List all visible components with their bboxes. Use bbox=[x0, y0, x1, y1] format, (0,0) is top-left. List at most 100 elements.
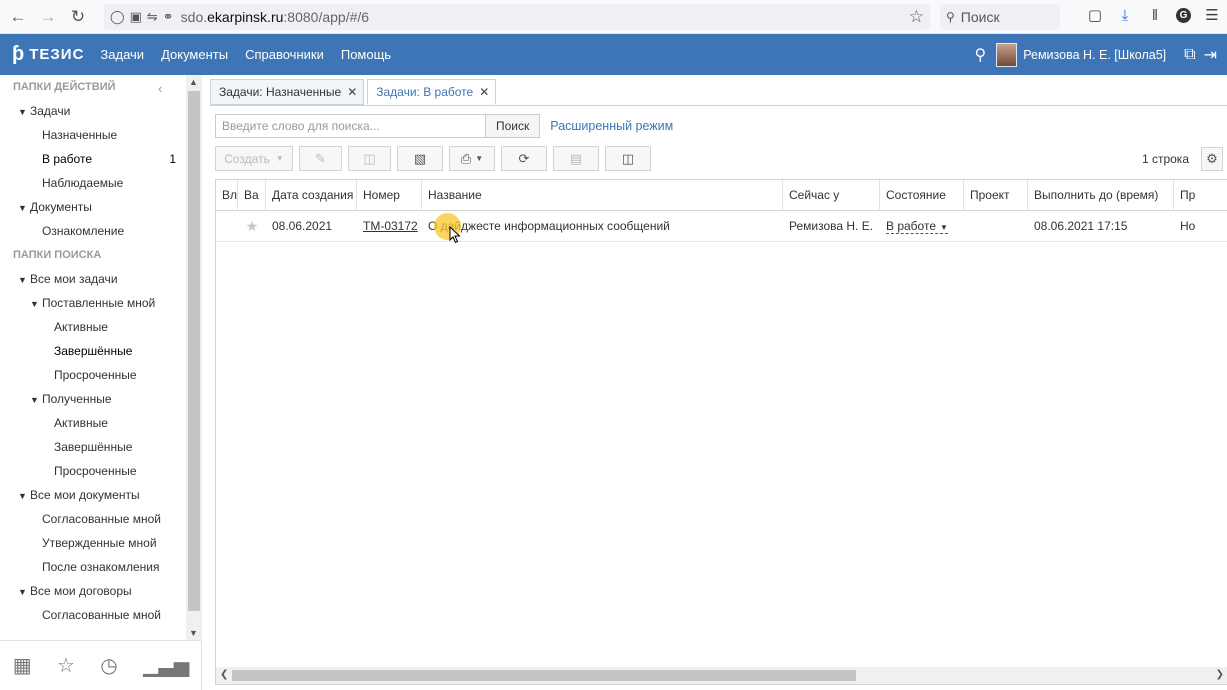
forward-icon[interactable]: → bbox=[33, 2, 63, 32]
column-header-name[interactable]: Название bbox=[422, 180, 783, 211]
expanded-icon[interactable]: ▼ bbox=[18, 100, 30, 124]
sidebar-item-all-my-tasks[interactable]: ▼ Все мои задачи bbox=[0, 267, 186, 291]
calendar-icon[interactable]: ▦ bbox=[13, 653, 32, 678]
hierarchy-button[interactable]: ◫ bbox=[605, 146, 651, 171]
settings-button[interactable]: ⚙ bbox=[1201, 147, 1223, 171]
logout-icon[interactable]: ⇥ bbox=[1204, 45, 1217, 65]
column-header-vl[interactable]: Вл bbox=[216, 180, 238, 211]
expanded-icon[interactable]: ▼ bbox=[18, 580, 30, 604]
scroll-up-icon[interactable]: ▲ bbox=[189, 77, 198, 87]
sidebar-item-label: Согласованные мной bbox=[42, 512, 161, 526]
menu-help[interactable]: Помощь bbox=[341, 47, 391, 62]
expanded-icon[interactable]: ▼ bbox=[18, 268, 30, 292]
expanded-icon[interactable]: ▼ bbox=[18, 196, 30, 220]
sidebar-item-docs-approved[interactable]: Утвержденные мной bbox=[0, 531, 186, 555]
sidebar-item-all-my-documents[interactable]: ▼ Все мои документы bbox=[0, 483, 186, 507]
scroll-down-icon[interactable]: ▼ bbox=[189, 628, 198, 638]
refresh-button[interactable]: ⟳ bbox=[501, 146, 547, 171]
menu-directories[interactable]: Справочники bbox=[245, 47, 324, 62]
table-row[interactable]: ★ 08.06.2021 ТМ-03172 О дайджесте информ… bbox=[216, 211, 1227, 242]
scroll-left-icon[interactable]: ❮ bbox=[220, 669, 228, 680]
bookmark-star-icon[interactable]: ☆ bbox=[909, 7, 924, 27]
column-header-created[interactable]: Дата создания bbox=[266, 180, 357, 211]
column-header-due[interactable]: Выполнить до (время) bbox=[1028, 180, 1174, 211]
scroll-thumb[interactable] bbox=[188, 91, 200, 611]
key-icon[interactable]: ⚭ bbox=[163, 9, 174, 25]
tab-in-progress-tasks[interactable]: Задачи: В работе ✕ bbox=[367, 79, 497, 105]
avatar[interactable] bbox=[996, 42, 1018, 67]
close-icon[interactable]: ✕ bbox=[479, 85, 489, 99]
lock-icon[interactable]: ▣ bbox=[130, 9, 142, 25]
library-icon[interactable]: ‖ bbox=[1146, 7, 1164, 24]
search-input[interactable] bbox=[215, 114, 486, 138]
column-header-current-holder[interactable]: Сейчас у bbox=[783, 180, 880, 211]
document-button[interactable]: ▤ bbox=[553, 146, 599, 171]
column-header-project[interactable]: Проект bbox=[964, 180, 1028, 211]
sidebar-item-set-completed[interactable]: Завершённые bbox=[0, 339, 186, 363]
expanded-icon[interactable]: ▼ bbox=[30, 292, 42, 316]
sidebar-item-received-overdue[interactable]: Просроченные bbox=[0, 459, 186, 483]
shield-icon[interactable]: ◯ bbox=[110, 9, 125, 25]
hamburger-menu-icon[interactable]: ☰ bbox=[1203, 6, 1221, 24]
expanded-icon[interactable]: ▼ bbox=[30, 388, 42, 412]
sidebar-item-contracts-agreed[interactable]: Согласованные мной bbox=[0, 603, 186, 627]
sidebar-item-set-overdue[interactable]: Просроченные bbox=[0, 363, 186, 387]
back-icon[interactable]: ← bbox=[3, 2, 33, 32]
sidebar-scrollbar[interactable]: ▲ ▼ bbox=[186, 75, 202, 640]
menu-tasks[interactable]: Задачи bbox=[100, 47, 144, 62]
scroll-thumb[interactable] bbox=[232, 670, 856, 681]
sidebar-item-docs-after-review[interactable]: После ознакомления bbox=[0, 555, 186, 579]
advanced-mode-link[interactable]: Расширенный режим bbox=[550, 119, 673, 133]
reload-icon[interactable]: ↻ bbox=[63, 2, 93, 32]
expanded-icon[interactable]: ▼ bbox=[18, 484, 30, 508]
print-button[interactable]: ⎙ ▼ bbox=[449, 146, 495, 171]
sidebar-item-watched[interactable]: Наблюдаемые bbox=[0, 171, 186, 195]
sidebar-item-all-my-contracts[interactable]: ▼ Все мои договоры bbox=[0, 579, 186, 603]
task-number-link[interactable]: ТМ-03172 bbox=[363, 219, 418, 233]
history-clock-icon[interactable]: ◷ bbox=[100, 653, 117, 678]
download-icon[interactable]: ⤓ bbox=[1116, 7, 1134, 24]
sidebar-item-documents[interactable]: ▼ Документы bbox=[0, 195, 186, 219]
search-icon[interactable]: ⚲ bbox=[975, 45, 987, 65]
edit-button[interactable]: ✎ bbox=[299, 146, 342, 171]
sidebar-item-familiarization[interactable]: Ознакомление bbox=[0, 219, 186, 243]
user-name[interactable]: Ремизова Н. Е. [Школа5] bbox=[1023, 48, 1166, 62]
url-bar[interactable]: ◯ ▣ ⇋ ⚭ sdo.ekarpinsk.ru:8080/app/#/6 ☆ bbox=[104, 4, 930, 30]
permissions-icon[interactable]: ⇋ bbox=[147, 9, 158, 25]
sidebar-item-set-by-me[interactable]: ▼ Поставленные мной bbox=[0, 291, 186, 315]
search-button[interactable]: Поиск bbox=[486, 114, 541, 138]
sidebar-item-label: Задачи bbox=[30, 104, 71, 118]
tab-assigned-tasks[interactable]: Задачи: Назначенные ✕ bbox=[210, 79, 365, 105]
column-header-priority[interactable]: Пр bbox=[1174, 180, 1227, 211]
create-button[interactable]: Создать ▼ bbox=[215, 146, 293, 171]
export-excel-button[interactable]: ▧ bbox=[397, 146, 443, 171]
collapse-sidebar-icon[interactable]: ‹ bbox=[158, 81, 162, 96]
sidebar-item-set-active[interactable]: Активные bbox=[0, 315, 186, 339]
sidebar-item-in-progress[interactable]: В работе 1 bbox=[0, 147, 186, 171]
url-text[interactable]: sdo.ekarpinsk.ru:8080/app/#/6 bbox=[181, 9, 369, 25]
favorites-star-icon[interactable]: ☆ bbox=[57, 653, 75, 678]
close-icon[interactable]: ✕ bbox=[347, 85, 357, 99]
browser-search-bar[interactable]: ⚲ Поиск bbox=[940, 4, 1060, 30]
profile-icon[interactable]: G bbox=[1176, 7, 1191, 23]
column-header-number[interactable]: Номер bbox=[357, 180, 422, 211]
sidebar-item-received-active[interactable]: Активные bbox=[0, 411, 186, 435]
logo[interactable]: ƥ ТЕЗИС bbox=[12, 43, 84, 66]
sidebar-item-received[interactable]: ▼ Полученные bbox=[0, 387, 186, 411]
sidebar-item-assigned[interactable]: Назначенные bbox=[0, 123, 186, 147]
scroll-right-icon[interactable]: ❯ bbox=[1216, 669, 1224, 680]
table-horizontal-scrollbar[interactable]: ❮ ❯ bbox=[216, 667, 1227, 684]
column-header-state[interactable]: Состояние bbox=[880, 180, 964, 211]
sidebar-item-docs-agreed[interactable]: Согласованные мной bbox=[0, 507, 186, 531]
favorite-star-icon[interactable]: ★ bbox=[238, 211, 266, 242]
delete-button[interactable]: ◫ bbox=[348, 146, 391, 171]
pocket-icon[interactable]: ▢ bbox=[1086, 6, 1104, 24]
reports-chart-icon[interactable]: ▁▃▅ bbox=[143, 653, 189, 678]
sidebar-item-received-completed[interactable]: Завершённые bbox=[0, 435, 186, 459]
menu-documents[interactable]: Документы bbox=[161, 47, 228, 62]
new-window-icon[interactable]: ⧉ bbox=[1184, 46, 1195, 64]
column-header-va[interactable]: Ва bbox=[238, 180, 266, 211]
cell-current-holder: Ремизова Н. Е. bbox=[789, 219, 874, 233]
state-dropdown[interactable]: В работе ▼ bbox=[886, 219, 948, 234]
sidebar-item-tasks[interactable]: ▼ Задачи bbox=[0, 99, 186, 123]
